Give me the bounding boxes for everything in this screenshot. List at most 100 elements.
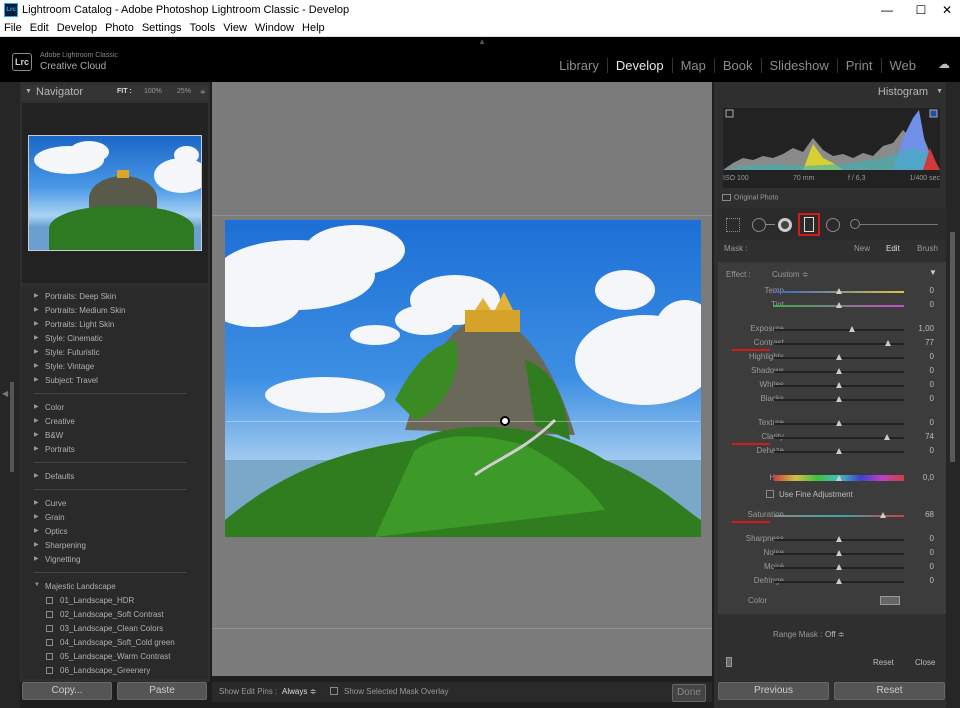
menu-edit[interactable]: Edit <box>26 20 53 34</box>
menu-tools[interactable]: Tools <box>186 20 220 34</box>
slider-value[interactable]: 0 <box>894 380 934 389</box>
slider-value[interactable]: 0 <box>894 418 934 427</box>
slider-value[interactable]: 0 <box>894 286 934 295</box>
slider-value[interactable]: 77 <box>894 338 934 347</box>
slider-handle[interactable] <box>836 382 842 388</box>
preset-folder[interactable]: ▶ Optics <box>22 525 208 538</box>
slider-value[interactable]: 0 <box>894 300 934 309</box>
slider-value[interactable]: 0 <box>894 548 934 557</box>
slider-value[interactable]: 0 <box>894 562 934 571</box>
menu-develop[interactable]: Develop <box>53 20 101 34</box>
slider-value[interactable]: 68 <box>894 510 934 519</box>
module-develop[interactable]: Develop <box>606 58 672 73</box>
collapse-effect-icon[interactable]: ▼ <box>929 268 937 277</box>
slider-handle[interactable] <box>849 326 855 332</box>
color-swatch[interactable] <box>880 596 900 605</box>
edit-pin[interactable] <box>500 416 510 426</box>
cloud-sync-icon[interactable]: ☁ <box>938 57 954 71</box>
close-window-button[interactable]: ✕ <box>932 2 960 18</box>
preset-folder[interactable]: ▶ Creative <box>22 415 208 428</box>
slider-value[interactable]: 0 <box>894 576 934 585</box>
slider-value[interactable]: 0 <box>894 352 934 361</box>
module-map[interactable]: Map <box>671 58 714 73</box>
preset-item[interactable]: 01_Landscape_HDR <box>22 594 208 607</box>
preset-folder[interactable]: ▶ Curve <box>22 497 208 510</box>
preset-folder[interactable]: ▶ Portraits: Deep Skin <box>22 290 208 303</box>
slider-hue[interactable]: Hue0,0 <box>718 471 946 485</box>
preset-folder[interactable]: ▶ Portraits: Light Skin <box>22 318 208 331</box>
slider-handle[interactable] <box>836 368 842 374</box>
mask-close-button[interactable]: Close <box>915 658 935 667</box>
reset-button[interactable]: Reset <box>834 682 945 700</box>
slider-value[interactable]: 74 <box>894 432 934 441</box>
menu-view[interactable]: View <box>219 20 251 34</box>
range-mask-select[interactable]: Off ≑ <box>825 630 844 639</box>
slider-temp[interactable]: Temp0 <box>718 284 946 298</box>
menu-help[interactable]: Help <box>298 20 329 34</box>
slider-defringe[interactable]: Defringe 0 <box>718 574 946 588</box>
spot-removal-icon[interactable] <box>752 218 766 232</box>
zoom-fit[interactable]: FIT : <box>117 88 132 95</box>
radial-filter-icon[interactable] <box>826 218 840 232</box>
preset-folder[interactable]: ▶ Vignetting <box>22 553 208 566</box>
mask-brush-button[interactable]: Brush <box>917 244 938 253</box>
slider-handle[interactable] <box>836 420 842 426</box>
graduated-filter-icon[interactable] <box>804 217 814 232</box>
navigator-thumbnail[interactable] <box>28 135 202 251</box>
zoom-stepper-icon[interactable]: ≑ <box>200 88 206 96</box>
slider-handle[interactable] <box>836 396 842 402</box>
zoom-25[interactable]: 25% <box>177 88 191 95</box>
slider-handle[interactable] <box>836 578 842 584</box>
module-web[interactable]: Web <box>880 58 925 73</box>
collapse-top-panel-icon[interactable]: ▲ <box>478 37 488 46</box>
preset-folder[interactable]: ▶ B&W <box>22 429 208 442</box>
slider-handle[interactable] <box>884 434 891 440</box>
slider-handle[interactable] <box>836 475 842 481</box>
collapse-triangle-icon[interactable]: ▼ <box>936 88 943 95</box>
slider-moir-[interactable]: Moiré0 <box>718 560 946 574</box>
slider-exposure[interactable]: Exposure 1,00 <box>718 322 946 336</box>
slider-whites[interactable]: Whites 0 <box>718 378 946 392</box>
paste-button[interactable]: Paste <box>117 682 207 700</box>
preset-item[interactable]: 02_Landscape_Soft Contrast <box>22 608 208 621</box>
slider-handle[interactable] <box>836 354 842 360</box>
red-eye-icon[interactable] <box>778 218 792 232</box>
slider-value[interactable]: 1,00 <box>894 324 934 333</box>
left-panel-grip[interactable] <box>10 382 14 472</box>
main-photo[interactable] <box>225 220 701 537</box>
module-print[interactable]: Print <box>836 58 881 73</box>
preset-folder-open[interactable]: ▼ Majestic Landscape <box>22 580 208 593</box>
original-photo-checkbox[interactable] <box>722 194 731 201</box>
preset-item[interactable]: 04_Landscape_Soft_Cold green <box>22 636 208 649</box>
collapse-triangle-icon[interactable]: ▼ <box>25 88 32 95</box>
menu-settings[interactable]: Settings <box>138 20 186 34</box>
slider-shadows[interactable]: Shadows 0 <box>718 364 946 378</box>
slider-handle[interactable] <box>836 288 842 294</box>
module-book[interactable]: Book <box>713 58 761 73</box>
collapse-left-panel-icon[interactable]: ◀ <box>2 389 8 398</box>
original-photo-row[interactable]: Original Photo <box>722 194 778 201</box>
mask-edit-button[interactable]: Edit <box>886 244 900 253</box>
fine-adjust-checkbox[interactable] <box>766 490 774 498</box>
preset-folder[interactable]: ▶ Color <box>22 401 208 414</box>
histogram-header[interactable]: Histogram ▼ <box>718 85 946 101</box>
preset-item[interactable]: 05_Landscape_Warm Contrast <box>22 650 208 663</box>
slider-dehaze[interactable]: Dehaze 0 <box>718 444 946 458</box>
slider-tint[interactable]: Tint0 <box>718 298 946 312</box>
navigator-header[interactable]: ▼ Navigator FIT : 100% 25% ≑ <box>22 85 208 101</box>
slider-blacks[interactable]: Blacks 0 <box>718 392 946 406</box>
slider-handle[interactable] <box>885 340 892 346</box>
menu-window[interactable]: Window <box>251 20 298 34</box>
preset-folder[interactable]: ▶ Portraits <box>22 443 208 456</box>
preset-item[interactable]: 03_Landscape_Clean Colors <box>22 622 208 635</box>
preset-folder[interactable]: ▶ Style: Cinematic <box>22 332 208 345</box>
slider-saturation[interactable]: Saturation 68 <box>718 508 946 523</box>
preset-folder[interactable]: ▶ Subject: Travel <box>22 374 208 387</box>
right-panel-scrollbar[interactable] <box>950 232 955 462</box>
slider-handle[interactable] <box>836 536 842 542</box>
slider-highlights[interactable]: Highlights 0 <box>718 350 946 364</box>
preset-folder[interactable]: ▶ Sharpening <box>22 539 208 552</box>
slider-texture[interactable]: Texture 0 <box>718 416 946 430</box>
previous-button[interactable]: Previous <box>718 682 829 700</box>
mask-toggle-switch[interactable] <box>726 657 732 667</box>
